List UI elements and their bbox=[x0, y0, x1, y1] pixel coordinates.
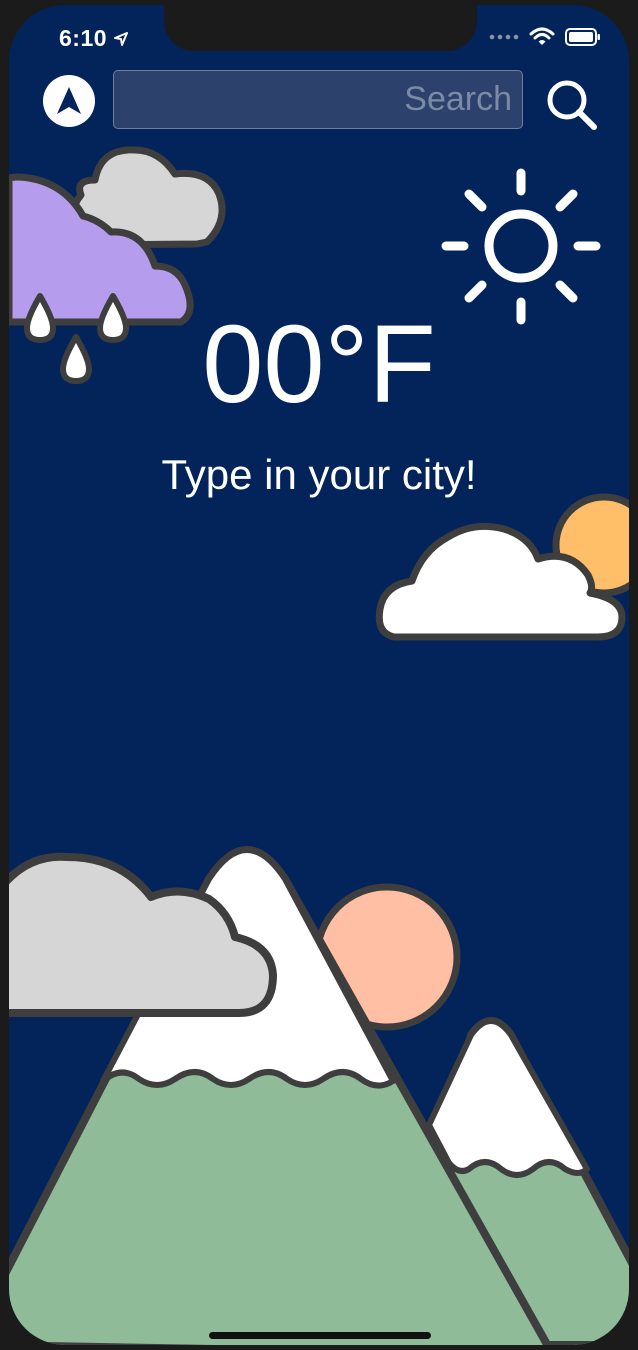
status-time-text: 6:10 bbox=[59, 25, 108, 51]
search-icon bbox=[547, 80, 597, 130]
location-arrow-icon bbox=[114, 31, 129, 46]
app-screen: 6:10 Search 00°F Type in your city! bbox=[9, 5, 629, 1345]
search-button[interactable] bbox=[544, 77, 600, 133]
home-indicator[interactable] bbox=[209, 1332, 431, 1339]
signal-dots-icon bbox=[489, 34, 519, 40]
temperature-unit: °F bbox=[324, 303, 436, 426]
status-time: 6:10 bbox=[59, 25, 129, 52]
partly-cloudy-illustration bbox=[375, 493, 629, 641]
temperature-value: 00 bbox=[202, 303, 325, 426]
temperature-display: 00°F bbox=[9, 305, 629, 425]
city-prompt: Type in your city! bbox=[161, 451, 477, 498]
current-location-button[interactable] bbox=[43, 75, 95, 127]
status-icons bbox=[489, 27, 601, 47]
navigation-arrow-icon bbox=[57, 87, 81, 114]
device-notch bbox=[164, 5, 477, 51]
mountain-landscape-illustration bbox=[9, 846, 629, 1345]
wifi-icon bbox=[529, 27, 555, 45]
search-input[interactable] bbox=[113, 70, 523, 129]
battery-icon bbox=[565, 28, 600, 46]
